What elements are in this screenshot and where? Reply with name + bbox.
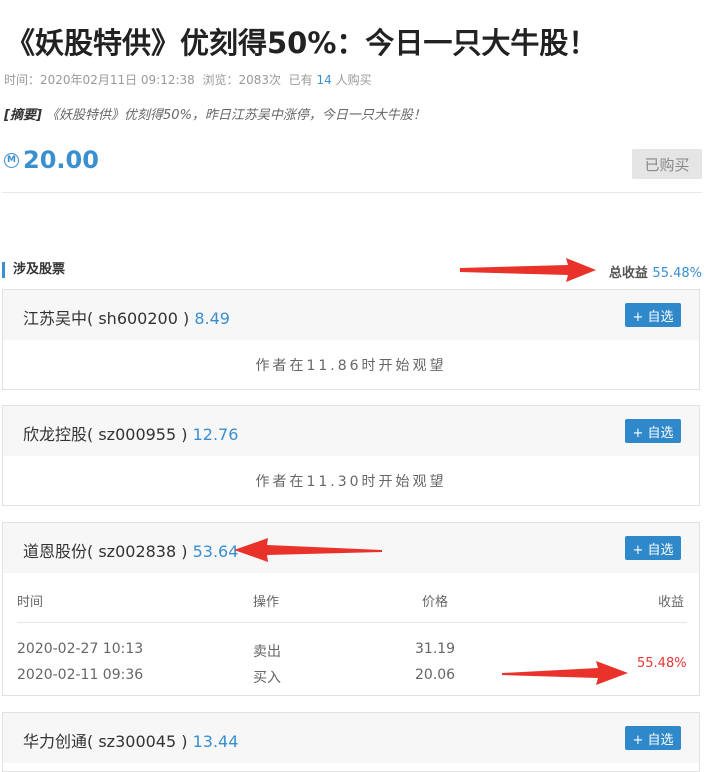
total-gain-label: 总收益	[608, 266, 648, 281]
stock-name[interactable]: 华力创通( sz300045 ) 13.44	[23, 728, 238, 752]
bought-suffix: 人购买	[335, 73, 372, 87]
stock-code: sz300045	[98, 732, 177, 751]
publish-time: 2020年02月11日 09:12:38	[40, 73, 195, 87]
col-header-gain: 收益	[658, 595, 685, 610]
stock-name-text: 华力创通	[23, 732, 88, 751]
bought-count: 14	[316, 73, 332, 87]
col-header-time: 时间	[17, 595, 44, 610]
trade-gain: 55.48%	[637, 656, 687, 671]
trade-price: 20.06	[415, 667, 456, 683]
stock-code: sz002838	[98, 542, 177, 561]
stock-card: 欣龙控股( sz000955 ) 12.76 + 自选 作者在11.30时开始观…	[2, 405, 700, 506]
article-price: 20.00	[23, 146, 99, 174]
header-divider	[17, 622, 687, 623]
watch-note: 作者在11.30时开始观望	[255, 474, 447, 490]
section-heading: 涉及股票	[2, 262, 65, 278]
summary-text: 《妖股特供》优刻得50%，昨日江苏吴中涨停，今日一只大牛股！	[46, 108, 426, 123]
stock-card: 江苏吴中( sh600200 ) 8.49 + 自选 作者在11.86时开始观望	[2, 289, 700, 390]
stock-card-header: 欣龙控股( sz000955 ) 12.76 + 自选	[3, 406, 699, 456]
stock-price: 12.76	[192, 425, 239, 444]
divider	[2, 192, 702, 193]
trade-op: 买入	[253, 670, 281, 686]
price-row: M 20.00	[4, 146, 99, 174]
add-watchlist-button[interactable]: + 自选	[625, 726, 681, 750]
article-meta: 时间：2020年02月11日 09:12:38 浏览：2083次 已有 14 人…	[4, 71, 372, 88]
views-label: 浏览：	[202, 73, 239, 87]
total-gain-value: 55.48%	[652, 266, 702, 281]
trade-op: 卖出	[253, 644, 281, 660]
annotation-arrow-left-icon	[234, 538, 382, 562]
trade-time: 2020-02-11 09:36	[17, 667, 144, 683]
annotation-arrow-right-icon	[460, 258, 596, 282]
time-label: 时间：	[4, 73, 41, 87]
view-count: 2083次	[238, 73, 282, 87]
add-watchlist-button[interactable]: + 自选	[625, 419, 681, 443]
stock-card-header: 华力创通( sz300045 ) 13.44 + 自选	[3, 713, 699, 763]
article-title: 《妖股特供》优刻得50%：今日一只大牛股！	[6, 26, 598, 60]
stock-name[interactable]: 道恩股份( sz002838 ) 53.64	[23, 538, 238, 562]
stock-name[interactable]: 江苏吴中( sh600200 ) 8.49	[23, 305, 230, 329]
summary-tag: [摘要]	[4, 108, 42, 123]
add-watchlist-button[interactable]: + 自选	[625, 303, 681, 327]
watch-note: 作者在11.86时开始观望	[255, 358, 447, 374]
currency-icon: M	[4, 152, 19, 168]
stock-card: 华力创通( sz300045 ) 13.44 + 自选	[2, 712, 700, 772]
trade-time: 2020-02-27 10:13	[17, 641, 144, 657]
article-summary: [摘要] 《妖股特供》优刻得50%，昨日江苏吴中涨停，今日一只大牛股！	[4, 104, 426, 123]
col-header-price: 价格	[422, 595, 449, 610]
bought-button[interactable]: 已购买	[632, 149, 702, 179]
trade-price: 31.19	[415, 641, 456, 657]
stock-code: sz000955	[98, 425, 177, 444]
stock-name-text: 欣龙控股	[23, 425, 88, 444]
annotation-arrow-right-icon	[502, 661, 628, 685]
stock-price: 8.49	[194, 309, 230, 328]
stock-name-text: 道恩股份	[23, 542, 88, 561]
add-watchlist-button[interactable]: + 自选	[625, 536, 681, 560]
stock-code: sh600200	[98, 309, 178, 328]
bought-prefix: 已有	[288, 73, 313, 87]
stock-price: 13.44	[192, 732, 239, 751]
col-header-op: 操作	[253, 595, 280, 610]
stock-name[interactable]: 欣龙控股( sz000955 ) 12.76	[23, 421, 238, 445]
stock-card-header: 江苏吴中( sh600200 ) 8.49 + 自选	[3, 290, 699, 340]
total-gain: 总收益 55.48%	[609, 262, 702, 281]
stock-name-text: 江苏吴中	[23, 309, 88, 328]
